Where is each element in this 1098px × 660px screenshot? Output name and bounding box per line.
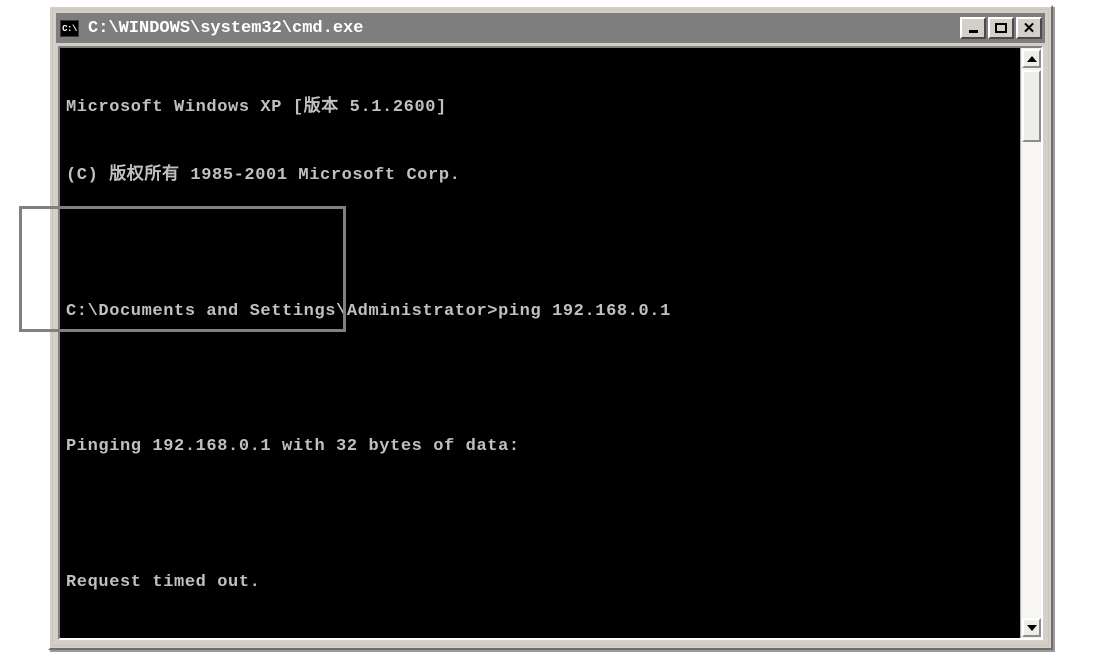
console-line: Microsoft Windows XP [版本 5.1.2600]	[66, 97, 1019, 120]
scrollbar-track[interactable]	[1022, 142, 1041, 617]
window-inner-frame: C:\ C:\WINDOWS\system32\cmd.exe ✕	[52, 9, 1049, 646]
scrollbar-thumb[interactable]	[1022, 70, 1041, 142]
cmd-console-icon[interactable]: C:\	[60, 20, 79, 37]
scroll-down-button[interactable]	[1022, 618, 1041, 637]
console-line: Pinging 192.168.0.1 with 32 bytes of dat…	[66, 436, 1019, 459]
console-line-timeout: Request timed out.	[66, 572, 1019, 595]
vertical-scrollbar[interactable]	[1020, 48, 1041, 638]
close-icon: ✕	[1018, 19, 1040, 37]
minimize-button[interactable]	[960, 17, 986, 39]
maximize-button[interactable]	[988, 17, 1014, 39]
close-button[interactable]: ✕	[1016, 17, 1042, 39]
window-title: C:\WINDOWS\system32\cmd.exe	[88, 19, 958, 38]
console-line	[66, 368, 1019, 391]
console-line	[66, 233, 1019, 256]
console-line-command: C:\Documents and Settings\Administrator>…	[66, 301, 1019, 324]
title-bar[interactable]: C:\ C:\WINDOWS\system32\cmd.exe ✕	[56, 13, 1045, 43]
maximize-icon	[990, 19, 1012, 37]
console-line: (C) 版权所有 1985-2001 Microsoft Corp.	[66, 165, 1019, 188]
scroll-up-button[interactable]	[1022, 49, 1041, 68]
console-line-timeout: Request timed out.	[66, 639, 1019, 640]
scroll-down-arrow-icon	[1027, 625, 1037, 631]
console-output: Microsoft Windows XP [版本 5.1.2600] (C) 版…	[66, 52, 1019, 638]
close-glyph: ✕	[1023, 21, 1036, 36]
minimize-icon	[962, 19, 984, 37]
console-line	[66, 504, 1019, 527]
console-client-area[interactable]: Microsoft Windows XP [版本 5.1.2600] (C) 版…	[58, 46, 1043, 640]
scroll-up-arrow-icon	[1027, 56, 1037, 62]
cmd-console-window[interactable]: C:\ C:\WINDOWS\system32\cmd.exe ✕	[48, 5, 1053, 650]
